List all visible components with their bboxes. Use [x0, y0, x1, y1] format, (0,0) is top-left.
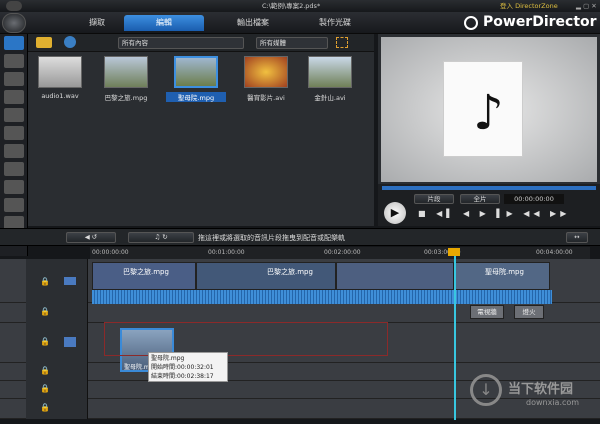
timeline-hint: 拖這裡或將選取的音訊片段拖曳到配音或配樂軌 [198, 234, 345, 242]
video-thumbnail[interactable] [104, 56, 148, 88]
effect-room-icon[interactable] [4, 54, 24, 68]
transport-icons[interactable]: ■ ◀▌ ◀ ▶ ▌▶ ◀◀ ▶▶ [418, 209, 570, 218]
track-header[interactable]: 🔒 [26, 381, 88, 399]
download-arrow-icon: ↓ [470, 374, 502, 406]
playback-controls: 片段 全片 00:00:00:00 ▶ ■ ◀▌ ◀ ▶ ▌▶ ◀◀ ▶▶ [378, 184, 600, 226]
login-link[interactable]: 登入 DirectorZone [500, 0, 558, 12]
title-bar: C:\範例\專案2.pds* 登入 DirectorZone ▂ ▢ ✕ [0, 0, 600, 12]
main-tab-bar: 擷取 編輯 輸出檔案 製作光碟 PowerDirector [0, 12, 600, 34]
music-fit-button[interactable]: ♫ ↻ [128, 232, 194, 243]
chapter-room-icon[interactable] [4, 198, 24, 212]
lock-icon[interactable]: 🔒 [40, 277, 50, 286]
video-track-icon [64, 277, 76, 285]
library-toolbar: 所有內容 所有媒體 [28, 34, 374, 52]
ruler-tick: 00:02:00:00 [324, 249, 361, 256]
ruler-tick: 00:04:00:00 [536, 249, 573, 256]
voice-record-icon[interactable] [4, 180, 24, 194]
tab-capture[interactable]: 擷取 [62, 15, 132, 31]
library-item-label: audio1.wav [41, 92, 79, 100]
lock-icon[interactable]: 🔒 [40, 366, 50, 375]
track-header[interactable]: 🔒 [26, 399, 88, 419]
transition-room-icon[interactable] [4, 126, 24, 140]
pip-track-icon [64, 337, 76, 347]
audio-thumbnail[interactable] [38, 56, 82, 88]
app-menu-icon[interactable] [2, 13, 26, 33]
media-room-icon[interactable] [4, 36, 24, 50]
room-toolbar [0, 34, 28, 256]
watermark-url: downxia.com [526, 398, 580, 407]
video-thumbnail[interactable] [308, 56, 352, 88]
play-icon[interactable]: ▶ [384, 202, 406, 224]
download-globe-icon[interactable] [64, 36, 76, 48]
video-thumbnail-selected[interactable] [174, 56, 218, 88]
audio-sync-button[interactable]: ◀ ↺ [66, 232, 116, 243]
track-header[interactable]: 🔒 [26, 323, 88, 363]
track-header[interactable]: 🔒 [26, 303, 88, 323]
content-filter-select[interactable]: 所有內容 [118, 37, 244, 49]
effect-track [0, 303, 600, 323]
video-clip[interactable]: 巴黎之旅.mpg [92, 262, 196, 290]
playhead-handle[interactable] [448, 248, 460, 256]
lock-icon[interactable]: 🔒 [40, 384, 50, 393]
preview-slider[interactable] [382, 186, 596, 190]
playhead[interactable] [454, 250, 456, 420]
title-room-icon[interactable] [4, 108, 24, 122]
powerdirector-logo-icon [464, 16, 478, 30]
audio-waveform [92, 290, 552, 304]
music-room-icon[interactable] [4, 162, 24, 176]
track-header[interactable]: 🔒 [26, 363, 88, 381]
particle-room-icon[interactable] [4, 90, 24, 104]
timecode-display[interactable]: 00:00:00:00 [504, 194, 564, 204]
tab-edit[interactable]: 編輯 [124, 15, 204, 31]
watermark: ↓ 当下软件园 downxia.com [470, 374, 594, 418]
tab-output[interactable]: 輸出檔案 [218, 15, 288, 31]
clip-mode-button[interactable]: 片段 [414, 194, 454, 204]
library-item-label: 巴黎之旅.mpg [104, 94, 148, 102]
ruler-tick: 00:00:00:00 [92, 249, 129, 256]
video-clip[interactable]: 巴黎之旅.mpg [196, 262, 336, 290]
lock-icon[interactable]: 🔒 [40, 337, 50, 346]
lock-icon[interactable]: 🔒 [40, 403, 50, 412]
drop-target-outline [104, 322, 388, 356]
video-clip[interactable] [336, 262, 454, 290]
effect-clip[interactable]: 電視牆 [470, 305, 504, 319]
window-title: C:\範例\專案2.pds* [262, 2, 321, 10]
audio-mixing-icon[interactable] [4, 144, 24, 158]
timeline-toolbar: ◀ ↺ ♫ ↻ 拖這裡或將選取的音訊片段拖曳到配音或配樂軌 ↔ [0, 228, 600, 246]
library-item-label: 聖母院.mpg [166, 92, 226, 102]
video-thumbnail[interactable] [244, 56, 288, 88]
window-controls[interactable]: ▂ ▢ ✕ [576, 0, 597, 12]
pip-room-icon[interactable] [4, 72, 24, 86]
import-folder-icon[interactable] [36, 37, 52, 48]
track-header[interactable]: 🔒 [26, 259, 88, 303]
brand-name: PowerDirector [483, 14, 597, 30]
tab-make-disc[interactable]: 製作光碟 [300, 15, 370, 31]
watermark-text: 当下软件园 [508, 382, 574, 397]
grid-view-icon[interactable] [336, 37, 348, 48]
timeline-ruler[interactable]: 00:00:00:00 00:01:00:00 00:02:00:00 00:0… [90, 247, 590, 259]
movie-mode-button[interactable]: 全片 [460, 194, 500, 204]
ruler-tick: 00:01:00:00 [208, 249, 245, 256]
library-item-label: 金針山.avi [314, 94, 346, 102]
video-clip[interactable]: 聖母院.mpg [454, 262, 550, 290]
media-filter-select[interactable]: 所有媒體 [256, 37, 328, 49]
lock-icon[interactable]: 🔒 [40, 307, 50, 316]
library-item-label: 醫宵影片.avi [247, 94, 285, 102]
music-note-icon: ♪ [473, 85, 504, 141]
app-logo-icon[interactable] [6, 1, 22, 11]
preview-screen: ♪ [381, 37, 597, 182]
clip-tooltip: 聖母院.mpg 開始時間:00:00:32:01 結束時間:00:02:38:1… [148, 352, 228, 382]
effect-clip[interactable]: 燈火 [514, 305, 544, 319]
fit-timeline-icon[interactable]: ↔ [566, 232, 588, 243]
